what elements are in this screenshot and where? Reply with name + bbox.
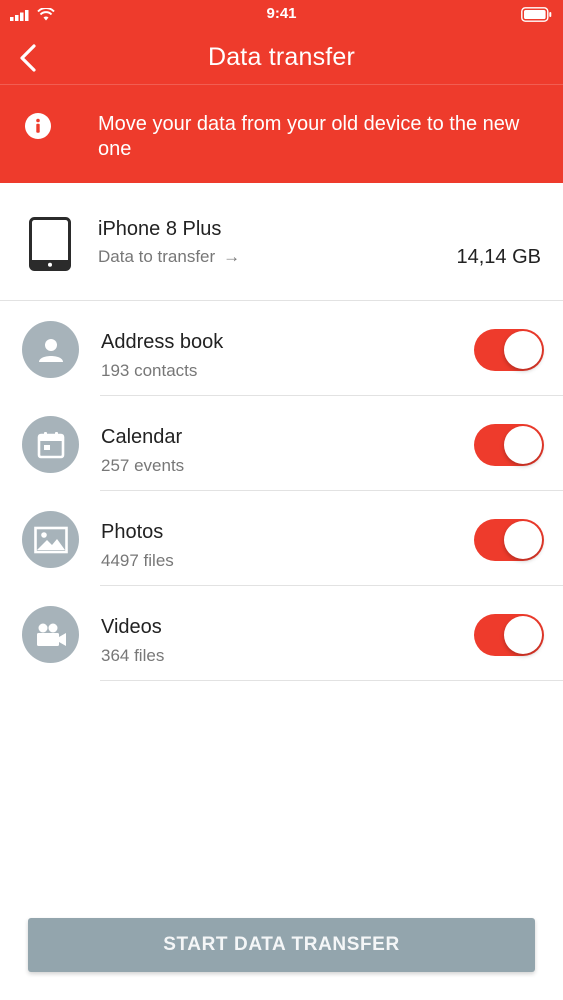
start-transfer-button[interactable]: START DATA TRANSFER [28, 918, 535, 972]
video-camera-icon [22, 606, 79, 663]
toggle-knob [504, 616, 542, 654]
device-row[interactable]: iPhone 8 Plus Data to transfer → 14,14 G… [0, 183, 563, 301]
photo-icon [22, 511, 79, 568]
device-subtitle-text: Data to transfer [98, 247, 216, 266]
toggle-calendar[interactable] [474, 424, 544, 466]
device-subtitle: Data to transfer → [98, 247, 240, 267]
nav-bar: Data transfer [0, 32, 563, 84]
banner-text: Move your data from your old device to t… [98, 113, 520, 160]
toggle-address-book[interactable] [474, 329, 544, 371]
toggle-knob [504, 426, 542, 464]
contact-icon [22, 321, 79, 378]
info-banner: Move your data from your old device to t… [0, 85, 563, 183]
list-item-videos: Videos 364 files [0, 586, 563, 681]
page-title: Data transfer [207, 43, 356, 71]
list-item-address-book: Address book 193 contacts [0, 301, 563, 396]
list-item-calendar: Calendar 257 events [0, 396, 563, 491]
header: 9:41 Data transfer Move your data from y… [0, 0, 563, 183]
device-size: 14,14 GB [456, 246, 541, 268]
info-icon [25, 113, 51, 139]
battery-icon [521, 7, 552, 22]
toggle-knob [504, 331, 542, 369]
calendar-icon [22, 416, 79, 473]
status-bar: 9:41 [0, 0, 563, 32]
toggle-videos[interactable] [474, 614, 544, 656]
device-name: iPhone 8 Plus [98, 218, 222, 240]
tablet-icon [29, 217, 71, 271]
list-item-photos: Photos 4497 files [0, 491, 563, 586]
status-right [521, 7, 553, 27]
data-list: Address book 193 contacts Calendar 257 e… [0, 301, 563, 681]
status-time: 9:41 [266, 5, 297, 22]
toggle-photos[interactable] [474, 519, 544, 561]
toggle-knob [504, 521, 542, 559]
arrow-right-icon: → [223, 247, 241, 266]
